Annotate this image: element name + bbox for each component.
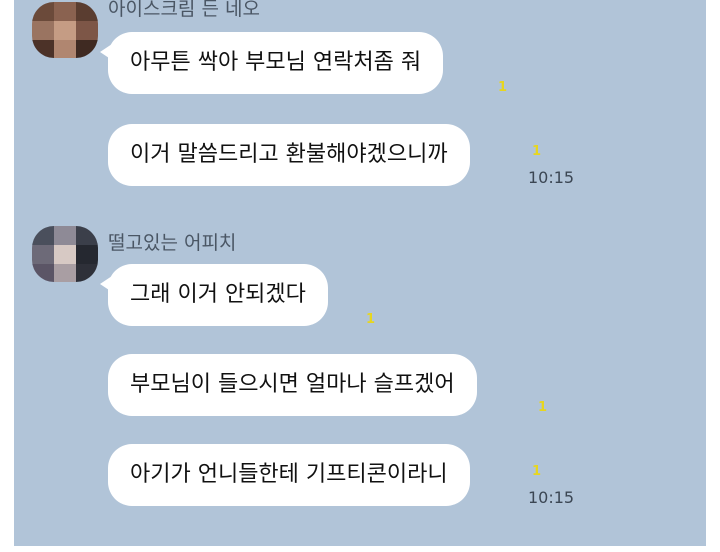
message-text: 부모님이 들으시면 얼마나 슬프겠어 xyxy=(130,372,455,397)
message-text: 이거 말씀드리고 환불해야겠으니까 xyxy=(130,142,448,167)
message-text: 아기가 언니들한테 기프티콘이라니 xyxy=(130,462,448,487)
unread-count: 1 xyxy=(532,144,542,159)
unread-count: 1 xyxy=(532,464,542,479)
sender-name: 떨고있는 어피치 xyxy=(108,232,237,254)
sender-name: 아이스크림 든 네오 xyxy=(108,0,260,20)
avatar-sender-1[interactable] xyxy=(32,2,98,58)
chat-room: 아이스크림 든 네오 아무튼 싹아 부모님 연락처좀 줘 1 이거 말씀드리고 … xyxy=(14,0,706,546)
message-bubble[interactable]: 아기가 언니들한테 기프티콘이라니 xyxy=(108,444,470,506)
message-timestamp: 10:15 xyxy=(528,488,575,507)
unread-count: 1 xyxy=(366,312,376,327)
message-bubble[interactable]: 부모님이 들으시면 얼마나 슬프겠어 xyxy=(108,354,477,416)
unread-count: 1 xyxy=(498,80,508,95)
unread-count: 1 xyxy=(538,400,548,415)
message-bubble[interactable]: 이거 말씀드리고 환불해야겠으니까 xyxy=(108,124,470,186)
message-timestamp: 10:15 xyxy=(528,168,575,187)
message-bubble[interactable]: 그래 이거 안되겠다 xyxy=(100,264,328,326)
message-text: 아무튼 싹아 부모님 연락처좀 줘 xyxy=(130,50,422,75)
message-bubble[interactable]: 아무튼 싹아 부모님 연락처좀 줘 xyxy=(99,32,444,94)
bottom-margin xyxy=(0,546,720,552)
avatar-sender-2[interactable] xyxy=(32,226,98,282)
message-text: 그래 이거 안되겠다 xyxy=(130,282,306,307)
